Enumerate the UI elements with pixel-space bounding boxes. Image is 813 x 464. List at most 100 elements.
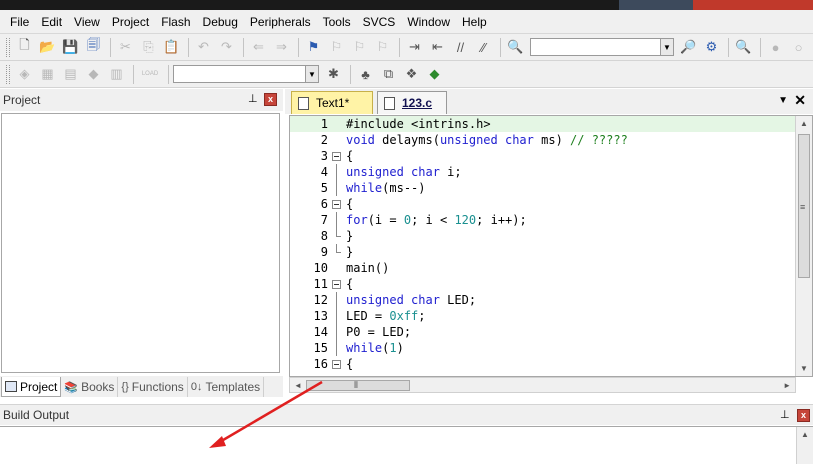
chevron-down-icon[interactable]: ▼ [305, 66, 318, 82]
zoom-icon[interactable]: 🔍 [733, 37, 754, 58]
menu-tools[interactable]: Tools [317, 15, 357, 29]
code-line[interactable]: 2 void delayms(unsigned char ms) // ????? [290, 132, 795, 148]
code-line[interactable]: 3{ [290, 148, 795, 164]
menu-edit[interactable]: Edit [35, 15, 68, 29]
cut-icon[interactable]: ✂ [115, 37, 136, 58]
code-line[interactable]: 16 { [290, 356, 795, 372]
fold-toggle-icon[interactable] [332, 356, 341, 372]
undo-icon[interactable]: ↶ [193, 37, 214, 58]
manage-components-icon[interactable]: ⧉ [378, 64, 399, 85]
build-output-pane[interactable]: ▲ [0, 426, 813, 464]
pin-icon[interactable]: ⊥ [248, 92, 258, 105]
find-in-files-icon[interactable]: 🔍 [505, 37, 526, 58]
scroll-up-icon[interactable]: ▲ [800, 119, 808, 128]
code-line[interactable]: 15 while(1) [290, 340, 795, 356]
menu-svcs[interactable]: SVCS [357, 15, 402, 29]
paste-icon[interactable]: 📋 [161, 37, 182, 58]
load-icon[interactable]: LOAD [138, 64, 162, 85]
fold-toggle-icon[interactable] [332, 196, 341, 212]
close-icon[interactable]: x [264, 93, 277, 106]
find-combo[interactable]: ▼ [530, 38, 674, 56]
unindent-icon[interactable]: ⇤ [427, 37, 448, 58]
navigate-forward-icon[interactable]: ⇒ [271, 37, 292, 58]
code-line[interactable]: 5 while(ms--) [290, 180, 795, 196]
menu-file[interactable]: File [4, 15, 35, 29]
code-editor[interactable]: 1 #include <intrins.h> 2 void delayms(unsig… [289, 115, 813, 377]
fold-toggle-icon[interactable] [332, 148, 341, 164]
tab-books[interactable]: 📚 Books [61, 377, 119, 397]
bookmark-icon[interactable]: ⚑ [303, 37, 324, 58]
menu-help[interactable]: Help [456, 15, 493, 29]
navigate-back-icon[interactable]: ⇐ [248, 37, 269, 58]
open-file-icon[interactable]: 📂 [37, 37, 58, 58]
menu-peripherals[interactable]: Peripherals [244, 15, 317, 29]
scroll-right-icon[interactable]: ► [783, 381, 791, 390]
prev-bookmark-icon[interactable]: ⚐ [326, 37, 347, 58]
scroll-up-icon[interactable]: ▲ [801, 430, 809, 439]
file-extensions-icon[interactable]: ♣ [355, 64, 376, 85]
menu-window[interactable]: Window [401, 15, 456, 29]
config-wizard-icon[interactable]: ⚙ [701, 37, 722, 58]
next-bookmark-icon[interactable]: ⚐ [349, 37, 370, 58]
close-icon[interactable]: x [797, 409, 810, 422]
tab-templates[interactable]: 0↓ Templates [188, 377, 265, 397]
vertical-scrollbar[interactable]: ▲ [796, 427, 813, 464]
comment-icon[interactable]: // [450, 37, 471, 58]
toolbar-grip[interactable] [6, 37, 10, 57]
target-combo[interactable]: ▼ [173, 65, 319, 83]
file-icon [298, 96, 309, 110]
tab-123-c[interactable]: 123.c [377, 91, 447, 114]
project-tree[interactable] [1, 113, 280, 373]
target-options-icon[interactable]: ✱ [323, 64, 344, 85]
code-line[interactable]: 9} [290, 244, 795, 260]
save-icon[interactable]: 💾 [60, 37, 81, 58]
clear-bookmarks-icon[interactable]: ⚐ [372, 37, 393, 58]
tab-text1[interactable]: Text1* [291, 91, 373, 114]
code-line[interactable]: 6{ [290, 196, 795, 212]
toolbar-grip[interactable] [6, 64, 10, 84]
breakpoint-icon[interactable]: ○ [788, 37, 809, 58]
select-packs-icon[interactable]: ❖ [401, 64, 422, 85]
code-line[interactable]: 1 #include <intrins.h> [290, 116, 795, 132]
batch-build-icon[interactable]: ◆ [83, 64, 104, 85]
chevron-down-icon[interactable]: ▼ [660, 39, 673, 55]
scroll-down-icon[interactable]: ▼ [800, 364, 808, 373]
code-line[interactable]: 10 main() [290, 260, 795, 276]
menu-flash[interactable]: Flash [155, 15, 196, 29]
new-file-icon[interactable]: 🗋 [14, 37, 35, 58]
pack-installer-icon[interactable]: ◆ [424, 64, 445, 85]
code-line[interactable]: 11 { [290, 276, 795, 292]
rebuild-icon[interactable]: ▤ [60, 64, 81, 85]
tab-project[interactable]: Project [1, 377, 62, 397]
pin-icon[interactable]: ⊥ [780, 408, 790, 421]
stop-build-icon[interactable]: ▥ [106, 64, 127, 85]
scroll-left-icon[interactable]: ◄ [294, 381, 302, 390]
code-line[interactable]: 14 P0 = LED; [290, 324, 795, 340]
translate-icon[interactable]: ◈ [14, 64, 35, 85]
horizontal-scrollbar[interactable]: ◄ ⦀ ► [289, 377, 796, 393]
indent-icon[interactable]: ⇥ [404, 37, 425, 58]
vertical-scrollbar[interactable]: ▲ ≡ ▼ [795, 116, 812, 376]
incremental-find-icon[interactable]: 🔎 [678, 37, 699, 58]
fold-guide [332, 324, 341, 340]
close-icon[interactable]: ✕ [794, 92, 806, 109]
window-control-buttons[interactable] [619, 0, 813, 10]
redo-icon[interactable]: ↷ [216, 37, 237, 58]
code-line[interactable]: 4 unsigned char i; [290, 164, 795, 180]
code-line[interactable]: 8} [290, 228, 795, 244]
chevron-down-icon[interactable]: ▼ [778, 95, 788, 106]
build-icon[interactable]: ▦ [37, 64, 58, 85]
copy-icon[interactable]: ⎘ [138, 37, 159, 58]
scrollbar-thumb[interactable] [306, 380, 410, 391]
code-line[interactable]: 7 for(i = 0; i < 120; i++); [290, 212, 795, 228]
code-line[interactable]: 12 unsigned char LED; [290, 292, 795, 308]
menu-project[interactable]: Project [106, 15, 155, 29]
uncomment-icon[interactable]: ⁄⁄ [473, 37, 494, 58]
menu-debug[interactable]: Debug [197, 15, 244, 29]
menu-view[interactable]: View [68, 15, 106, 29]
save-all-icon[interactable]: 🗐 [83, 37, 104, 58]
fold-toggle-icon[interactable] [332, 276, 341, 292]
tab-functions[interactable]: {} Functions [118, 377, 188, 397]
debug-icon[interactable]: ● [765, 37, 786, 58]
code-line[interactable]: 13 LED = 0xff; [290, 308, 795, 324]
